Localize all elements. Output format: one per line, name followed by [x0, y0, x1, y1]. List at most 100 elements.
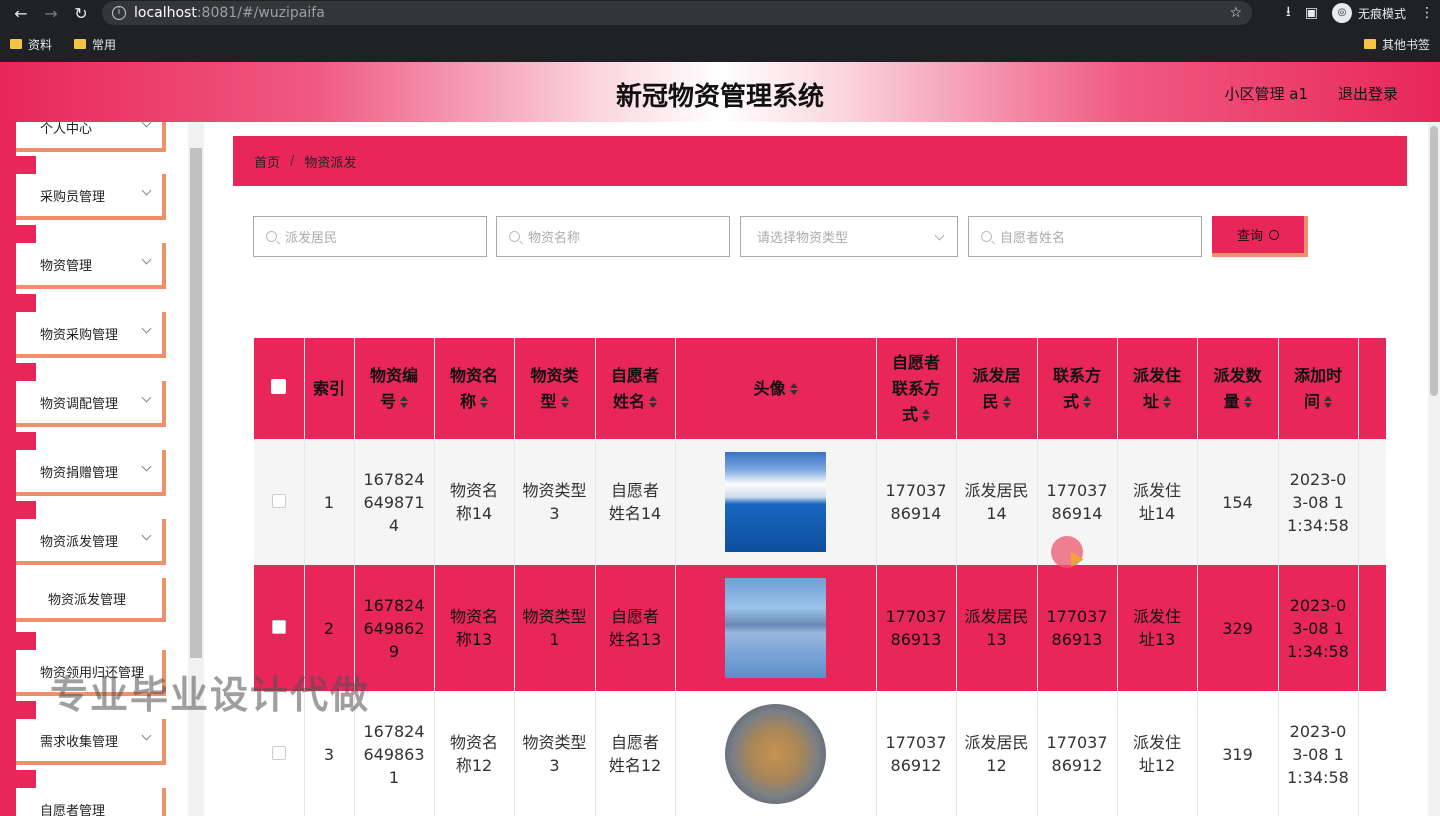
cell-name: 物资名称13	[434, 565, 515, 691]
cell-index: 1	[304, 439, 355, 565]
user-label[interactable]: 小区管理 a1	[1224, 83, 1308, 104]
sidebar-separator	[16, 701, 36, 719]
column-header[interactable]: 派发数量	[1197, 338, 1279, 439]
breadcrumb-current: 物资派发	[304, 155, 357, 171]
bookmark-item[interactable]: 资料	[10, 36, 52, 53]
sort-icon[interactable]	[922, 409, 930, 421]
sidebar-scrollbar-thumb[interactable]	[190, 148, 202, 658]
column-header[interactable]: 物资编号	[354, 338, 435, 439]
cell-avatar	[675, 691, 877, 816]
search-icon	[509, 231, 520, 242]
sidebar-item-allocation[interactable]: 物资调配管理	[16, 381, 166, 427]
chevron-down-icon	[141, 323, 152, 334]
column-header[interactable]: 物资名称	[434, 338, 515, 439]
column-header[interactable]: 头像	[675, 338, 877, 439]
sidebar-item-personal-center[interactable]: 个人中心	[16, 122, 166, 152]
sort-icon[interactable]	[649, 396, 657, 408]
column-header[interactable]: 物资类型	[514, 338, 596, 439]
cell-type: 物资类型3	[514, 439, 596, 565]
avatar-image[interactable]	[725, 704, 826, 804]
cell-name: 物资名称14	[434, 439, 515, 565]
material-name-search-input[interactable]: 物资名称	[496, 216, 730, 257]
sort-icon[interactable]	[1083, 396, 1091, 408]
sidebar-item-procurement[interactable]: 物资采购管理	[16, 312, 166, 358]
checkbox[interactable]	[271, 619, 286, 634]
back-icon[interactable]: ←	[6, 4, 36, 23]
watermark: 专业毕业设计代做	[50, 673, 371, 717]
column-header[interactable]: 添加时间	[1278, 338, 1359, 439]
column-header[interactable]: 自愿者姓名	[595, 338, 676, 439]
sort-icon[interactable]	[1002, 396, 1011, 408]
sidebar-stripe	[0, 122, 16, 816]
checkbox[interactable]	[271, 378, 287, 394]
sidebar-item-donation[interactable]: 物资捐赠管理	[16, 450, 166, 496]
sidebar-item-demand[interactable]: 需求收集管理	[16, 719, 166, 765]
sidebar-item-materials[interactable]: 物资管理	[16, 243, 166, 289]
search-icon	[266, 231, 277, 242]
cell-resident: 派发居民12	[956, 691, 1038, 816]
chevron-down-icon	[141, 730, 152, 741]
info-icon[interactable]: i	[112, 6, 126, 20]
breadcrumb-home[interactable]: 首页	[254, 152, 280, 171]
table-row[interactable]: 3 1678246498631 物资名称12 物资类型3 自愿者姓名12 177…	[254, 691, 1386, 816]
sort-icon[interactable]	[400, 396, 408, 408]
sort-icon[interactable]	[560, 396, 569, 408]
cell-phone: 17703786914	[876, 439, 957, 565]
menu-icon[interactable]: ⋮	[1420, 5, 1434, 21]
select-all-checkbox[interactable]	[254, 338, 305, 439]
volunteer-name-search-input[interactable]: 自愿者姓名	[968, 216, 1202, 257]
column-header[interactable]: 派发住址	[1117, 338, 1198, 439]
breadcrumb-separator: /	[290, 153, 295, 169]
cell-time: 2023-03-08 11:34:58	[1278, 439, 1359, 565]
resident-search-input[interactable]: 派发居民	[253, 216, 487, 257]
logout-button[interactable]: 退出登录	[1338, 83, 1398, 104]
sidepanel-icon[interactable]: ▣	[1305, 5, 1318, 21]
breadcrumb: 首页 / 物资派发	[233, 136, 1407, 186]
sort-icon[interactable]	[480, 396, 488, 408]
star-icon[interactable]: ☆	[1229, 5, 1242, 21]
sidebar-item-buyer[interactable]: 采购员管理	[16, 174, 166, 220]
reload-icon[interactable]: ↻	[66, 4, 96, 23]
sort-icon[interactable]	[789, 383, 798, 395]
row-checkbox[interactable]	[254, 439, 305, 565]
search-icon	[981, 231, 992, 242]
chevron-down-icon	[141, 461, 152, 472]
checkbox[interactable]	[271, 493, 286, 508]
sidebar-separator	[16, 156, 36, 174]
incognito-indicator[interactable]: ◎ 无痕模式	[1331, 3, 1406, 23]
checkbox[interactable]	[271, 745, 286, 760]
table-row[interactable]: 2 1678246498629 物资名称13 物资类型1 自愿者姓名13 177…	[254, 565, 1386, 691]
sidebar-subitem-distribution[interactable]: 物资派发管理	[16, 578, 166, 622]
folder-icon	[1363, 39, 1376, 49]
url-path: :8081/#/wuzipaifa	[196, 5, 325, 21]
cell-address: 派发住址14	[1117, 439, 1198, 565]
cell-contact: 17703786913	[1037, 565, 1118, 691]
cell-volunteer: 自愿者姓名12	[595, 691, 676, 816]
bookmark-other[interactable]: 其他书签	[1363, 36, 1430, 53]
sidebar-item-volunteer[interactable]: 自愿者管理	[16, 788, 166, 816]
chevron-down-icon	[934, 230, 945, 241]
chevron-down-icon	[141, 392, 152, 403]
sort-icon[interactable]	[1243, 396, 1252, 408]
sort-icon[interactable]	[1163, 396, 1171, 408]
bookmark-item[interactable]: 常用	[74, 36, 116, 53]
forward-icon[interactable]: →	[36, 4, 66, 23]
chevron-down-icon	[141, 185, 152, 196]
material-type-select[interactable]: 请选择物资类型	[740, 216, 958, 257]
cell-actions	[1358, 691, 1386, 816]
avatar-image[interactable]	[725, 578, 826, 678]
sidebar-separator	[16, 432, 36, 450]
column-header[interactable]: 自愿者联系方式	[876, 338, 957, 439]
sidebar-item-distribution[interactable]: 物资派发管理	[16, 519, 166, 565]
sort-icon[interactable]	[1324, 396, 1332, 408]
download-icon[interactable]: ⭳	[1286, 1, 1291, 25]
data-table: 索引 物资编号 物资名称 物资类型 自愿者姓名 头像 自愿者联系方式 派发居民 …	[254, 338, 1386, 816]
query-button[interactable]: 查询	[1212, 216, 1308, 257]
avatar-image[interactable]	[725, 452, 826, 552]
column-header[interactable]: 派发居民	[956, 338, 1038, 439]
cell-time: 2023-03-08 11:34:58	[1278, 565, 1359, 691]
column-header[interactable]: 联系方式	[1037, 338, 1118, 439]
page-scrollbar-thumb[interactable]	[1430, 126, 1438, 396]
address-bar[interactable]: i localhost:8081/#/wuzipaifa ☆	[102, 1, 1252, 25]
table-row[interactable]: 1 1678246498714 物资名称14 物资类型3 自愿者姓名14 177…	[254, 439, 1386, 565]
